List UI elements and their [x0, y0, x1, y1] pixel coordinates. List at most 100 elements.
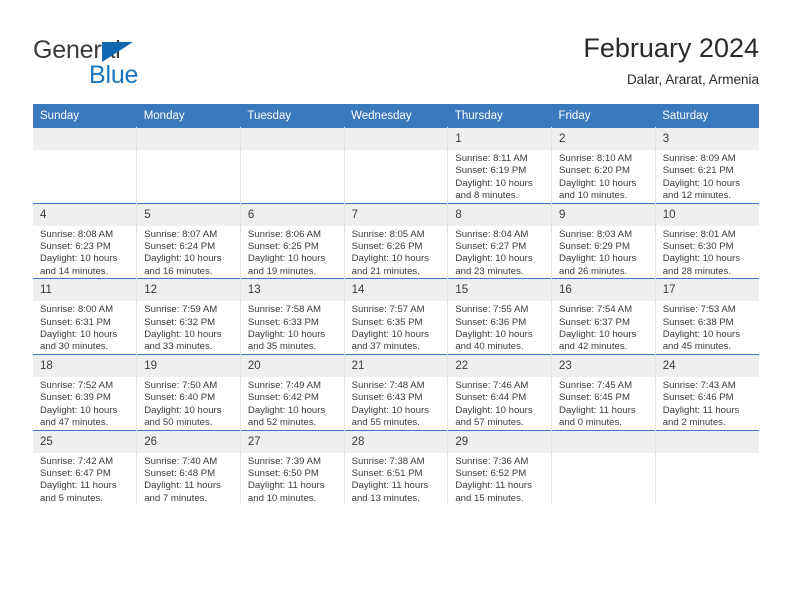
- calendar-day-cell[interactable]: 24 Sunrise: 7:43 AM Sunset: 6:46 PM Dayligh…: [655, 353, 759, 430]
- calendar-day-cell[interactable]: 17 Sunrise: 7:53 AM Sunset: 6:38 PM Dayligh…: [655, 278, 759, 355]
- day-info: Sunrise: 7:54 AM Sunset: 6:37 PM Daylight:…: [552, 301, 655, 354]
- daylight-text-line1: Daylight: 10 hours: [455, 329, 533, 341]
- sunrise-text: Sunrise: 7:52 AM: [40, 379, 114, 391]
- sunset-text: Sunset: 6:35 PM: [351, 316, 423, 328]
- weekday-header-row: Sunday Monday Tuesday Wednesday Thursday…: [33, 104, 759, 128]
- sunset-text: Sunset: 6:21 PM: [662, 165, 734, 177]
- sunrise-text: Sunrise: 8:08 AM: [40, 228, 114, 240]
- day-number: 28: [344, 430, 448, 453]
- daylight-text-line2: and 45 minutes.: [662, 341, 731, 353]
- daylight-text-line2: and 8 minutes.: [455, 190, 519, 202]
- calendar-day-cell[interactable]: 3 Sunrise: 8:09 AM Sunset: 6:21 PM Daylight…: [655, 127, 759, 204]
- day-number: 4: [33, 203, 137, 226]
- calendar-day-cell[interactable]: 6 Sunrise: 8:06 AM Sunset: 6:25 PM Daylight…: [240, 202, 345, 279]
- sunset-text: Sunset: 6:30 PM: [662, 241, 734, 253]
- sunrise-text: Sunrise: 7:38 AM: [351, 455, 425, 467]
- calendar-day-cell[interactable]: 10 Sunrise: 8:01 AM Sunset: 6:30 PM Dayligh…: [655, 202, 759, 279]
- sunrise-text: Sunrise: 7:40 AM: [144, 455, 218, 467]
- sunrise-text: Sunrise: 8:09 AM: [662, 153, 736, 164]
- daylight-text-line1: Daylight: 10 hours: [351, 253, 429, 265]
- calendar-day-cell[interactable]: 11 Sunrise: 8:00 AM Sunset: 6:31 PM Dayligh…: [33, 278, 138, 355]
- sunset-text: Sunset: 6:29 PM: [559, 241, 630, 253]
- day-info: Sunrise: 7:38 AM Sunset: 6:51 PM Daylight:…: [345, 453, 448, 506]
- day-number: 21: [344, 354, 448, 377]
- calendar-day-cell[interactable]: 23 Sunrise: 7:45 AM Sunset: 6:45 PM Dayligh…: [551, 353, 656, 430]
- calendar-day-cell[interactable]: 2 Sunrise: 8:10 AM Sunset: 6:20 PM Daylight…: [551, 127, 656, 204]
- calendar-day-cell[interactable]: 16 Sunrise: 7:54 AM Sunset: 6:37 PM Dayligh…: [551, 278, 656, 355]
- daylight-text-line2: and 40 minutes.: [455, 341, 524, 353]
- calendar-week-row: 1 Sunrise: 8:11 AM Sunset: 6:19 PM Daylight…: [33, 127, 759, 204]
- calendar-day-cell[interactable]: 12 Sunrise: 7:59 AM Sunset: 6:32 PM Dayligh…: [136, 278, 241, 355]
- calendar-day-cell[interactable]: 20 Sunrise: 7:49 AM Sunset: 6:42 PM Dayligh…: [240, 353, 345, 430]
- calendar-day-cell[interactable]: 4 Sunrise: 8:08 AM Sunset: 6:23 PM Daylight…: [33, 202, 138, 279]
- sunrise-text: Sunrise: 7:43 AM: [662, 379, 736, 391]
- daylight-text-line2: and 10 minutes.: [559, 190, 628, 202]
- day-info: Sunrise: 8:04 AM Sunset: 6:27 PM Daylight:…: [448, 226, 551, 279]
- calendar-day-cell[interactable]: 19 Sunrise: 7:50 AM Sunset: 6:40 PM Dayligh…: [136, 353, 241, 430]
- day-info: Sunrise: 7:58 AM Sunset: 6:33 PM Daylight:…: [241, 301, 344, 354]
- calendar-day-cell[interactable]: 14 Sunrise: 7:57 AM Sunset: 6:35 PM Dayligh…: [344, 278, 449, 355]
- day-number: [240, 128, 344, 150]
- calendar-day-cell[interactable]: 13 Sunrise: 7:58 AM Sunset: 6:33 PM Dayligh…: [240, 278, 345, 355]
- daylight-text-line2: and 2 minutes.: [662, 417, 726, 429]
- calendar-day-cell[interactable]: 21 Sunrise: 7:48 AM Sunset: 6:43 PM Dayligh…: [344, 353, 449, 430]
- calendar-day-cell[interactable]: 7 Sunrise: 8:05 AM Sunset: 6:26 PM Daylight…: [344, 202, 449, 279]
- calendar-day-cell[interactable]: 22 Sunrise: 7:46 AM Sunset: 6:44 PM Dayligh…: [447, 353, 553, 430]
- sunrise-text: Sunrise: 8:11 AM: [455, 153, 528, 164]
- calendar-day-cell[interactable]: 29 Sunrise: 7:36 AM Sunset: 6:52 PM Dayligh…: [447, 429, 553, 506]
- day-number: 11: [33, 279, 137, 302]
- daylight-text-line1: Daylight: 11 hours: [455, 480, 532, 492]
- daylight-text-line1: Daylight: 10 hours: [247, 253, 326, 265]
- calendar-day-cell[interactable]: 25 Sunrise: 7:42 AM Sunset: 6:47 PM Dayligh…: [33, 429, 138, 506]
- day-number: 8: [448, 203, 552, 226]
- day-info: Sunrise: 7:36 AM Sunset: 6:52 PM Daylight:…: [448, 453, 551, 506]
- day-number: 15: [448, 279, 552, 302]
- logo-word-blue: Blue: [89, 61, 139, 89]
- day-info: Sunrise: 8:01 AM Sunset: 6:30 PM Daylight:…: [656, 226, 759, 279]
- day-info: Sunrise: 8:00 AM Sunset: 6:31 PM Daylight:…: [33, 301, 136, 354]
- calendar-week-row: 18 Sunrise: 7:52 AM Sunset: 6:39 PM Dayligh…: [33, 353, 759, 430]
- daylight-text-line1: Daylight: 10 hours: [559, 253, 637, 265]
- daylight-text-line2: and 30 minutes.: [40, 341, 109, 353]
- calendar-day-cell[interactable]: 26 Sunrise: 7:40 AM Sunset: 6:48 PM Dayligh…: [136, 429, 241, 506]
- calendar-day-cell[interactable]: 27 Sunrise: 7:39 AM Sunset: 6:50 PM Dayligh…: [240, 429, 345, 506]
- day-number: 14: [344, 279, 448, 302]
- calendar-day-cell[interactable]: 5 Sunrise: 8:07 AM Sunset: 6:24 PM Daylight…: [136, 202, 241, 279]
- daylight-text-line1: Daylight: 10 hours: [351, 404, 429, 416]
- calendar-cell-empty: [33, 127, 138, 204]
- sunset-text: Sunset: 6:37 PM: [559, 316, 630, 328]
- daylight-text-line2: and 37 minutes.: [351, 341, 420, 353]
- daylight-text-line1: Daylight: 10 hours: [455, 177, 533, 189]
- day-info: Sunrise: 7:49 AM Sunset: 6:42 PM Daylight:…: [241, 377, 344, 430]
- daylight-text-line1: Daylight: 10 hours: [144, 404, 222, 416]
- calendar-day-cell[interactable]: 18 Sunrise: 7:52 AM Sunset: 6:39 PM Dayligh…: [33, 353, 138, 430]
- daylight-text-line2: and 12 minutes.: [662, 190, 731, 202]
- sunset-text: Sunset: 6:48 PM: [144, 467, 216, 479]
- daylight-text-line1: Daylight: 10 hours: [662, 253, 741, 265]
- day-number: 1: [448, 128, 552, 150]
- calendar-day-cell[interactable]: 15 Sunrise: 7:55 AM Sunset: 6:36 PM Dayligh…: [447, 278, 553, 355]
- day-info: Sunrise: 7:42 AM Sunset: 6:47 PM Daylight:…: [33, 453, 136, 506]
- calendar-page: General Blue February 2024 Dalar, Ararat…: [0, 0, 792, 612]
- daylight-text-line2: and 15 minutes.: [455, 492, 524, 504]
- sunset-text: Sunset: 6:32 PM: [144, 316, 216, 328]
- sunrise-text: Sunrise: 7:46 AM: [455, 379, 529, 391]
- day-info: Sunrise: 8:06 AM Sunset: 6:25 PM Daylight:…: [241, 226, 344, 279]
- day-number: 12: [137, 279, 240, 302]
- day-number: 18: [33, 354, 137, 377]
- sunrise-text: Sunrise: 7:49 AM: [247, 379, 321, 391]
- sunset-text: Sunset: 6:36 PM: [455, 316, 527, 328]
- day-number: 22: [448, 354, 552, 377]
- calendar-day-cell[interactable]: 9 Sunrise: 8:03 AM Sunset: 6:29 PM Daylight…: [551, 202, 656, 279]
- daylight-text-line2: and 57 minutes.: [455, 417, 524, 429]
- daylight-text-line1: Daylight: 11 hours: [144, 480, 221, 492]
- sunrise-text: Sunrise: 7:59 AM: [144, 304, 218, 316]
- day-number: 24: [655, 354, 759, 377]
- calendar-day-cell[interactable]: 8 Sunrise: 8:04 AM Sunset: 6:27 PM Daylight…: [447, 202, 553, 279]
- calendar-day-cell[interactable]: 28 Sunrise: 7:38 AM Sunset: 6:51 PM Dayligh…: [344, 429, 449, 506]
- daylight-text-line2: and 23 minutes.: [455, 265, 524, 277]
- day-number: 19: [137, 354, 240, 377]
- daylight-text-line2: and 35 minutes.: [247, 341, 317, 353]
- day-info: Sunrise: 8:09 AM Sunset: 6:21 PM Daylight:…: [656, 150, 759, 203]
- calendar-day-cell[interactable]: 1 Sunrise: 8:11 AM Sunset: 6:19 PM Daylight…: [447, 127, 553, 204]
